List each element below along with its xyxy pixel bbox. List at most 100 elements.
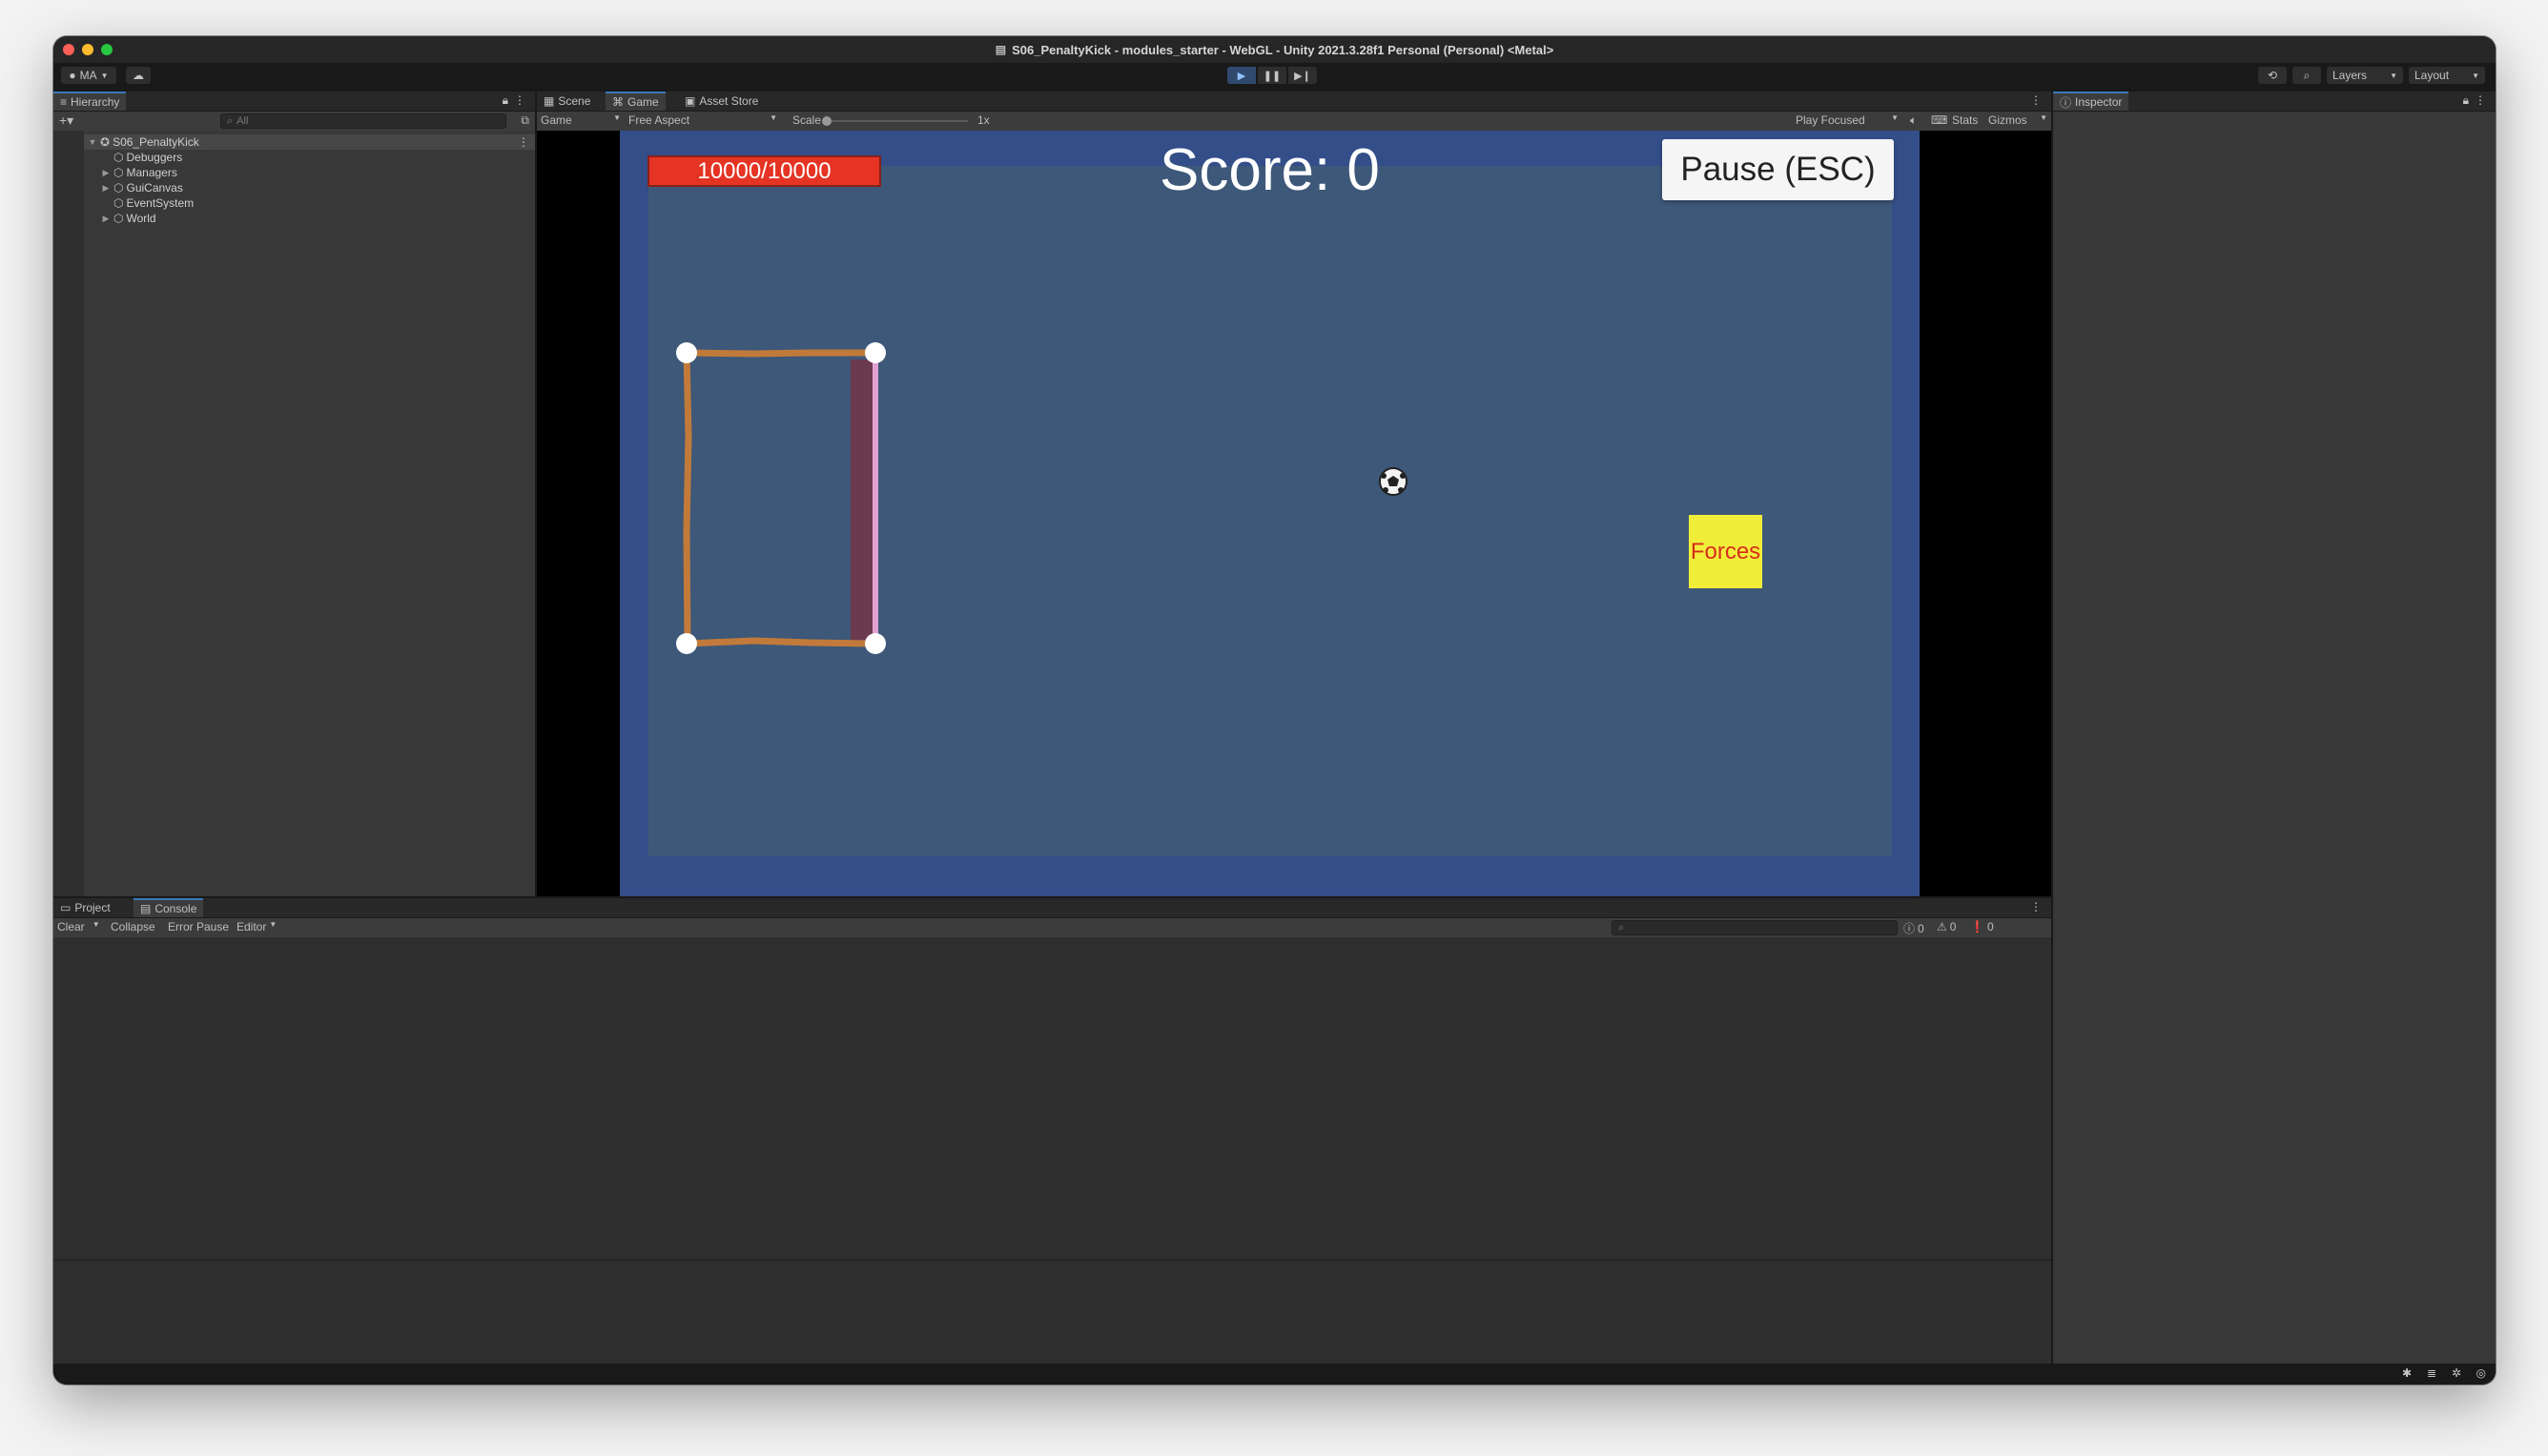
expand-triangle-icon[interactable]: ▶ — [101, 214, 111, 224]
progress-icon[interactable]: ◎ — [2476, 1366, 2486, 1380]
error-pause-toggle[interactable]: Error Pause — [168, 920, 229, 933]
warning-count-toggle[interactable]: ⚠ 0 — [1937, 920, 1956, 933]
stats-toggle[interactable]: Stats — [1952, 113, 1978, 127]
scale-slider[interactable] — [822, 116, 968, 126]
list-item[interactable]: ⬡ Debuggers — [101, 150, 182, 165]
step-button[interactable]: ▶❙ — [1288, 67, 1317, 84]
chevron-down-icon: ▼ — [1891, 113, 1899, 122]
layers-stack-icon[interactable]: ≣ — [2427, 1366, 2436, 1380]
goal-svg — [676, 342, 1408, 654]
console-search-input[interactable]: ⌕ — [1612, 920, 1898, 935]
more-options-icon[interactable]: ⋮ — [2030, 900, 2042, 913]
expand-triangle-icon[interactable]: ▶ — [101, 183, 111, 194]
lock-icon[interactable]: 🔒︎ — [503, 93, 508, 108]
goal-corner-handle[interactable] — [676, 633, 697, 654]
goal-corner-handle[interactable] — [865, 342, 886, 363]
store-icon: ▣ — [685, 94, 696, 108]
warning-icon: ⚠ — [1937, 920, 1947, 933]
search-button[interactable]: ⌕ — [2292, 67, 2321, 84]
cloud-button[interactable]: ☁ — [126, 67, 151, 84]
tab-scene[interactable]: ▦ Scene — [537, 92, 597, 111]
console-log-area[interactable] — [53, 937, 2051, 1260]
tab-asset-store[interactable]: ▣ Asset Store — [678, 92, 765, 111]
window-controls — [63, 44, 113, 55]
gameobject-icon: ⬡ — [113, 151, 124, 164]
forces-button-label: Forces — [1690, 538, 1761, 564]
scene-search-icon[interactable]: ⧉ — [521, 113, 529, 128]
tab-inspector[interactable]: ⓘ Inspector — [2053, 92, 2129, 111]
expand-triangle-icon[interactable]: ▶ — [101, 168, 111, 178]
debug-icon[interactable]: ✱ — [2402, 1366, 2412, 1380]
expand-triangle-icon[interactable]: ▼ — [88, 137, 97, 147]
maximize-window-button[interactable] — [101, 44, 113, 55]
list-item[interactable]: ⬡ EventSystem — [101, 195, 194, 211]
bug-icon[interactable]: ✲ — [2452, 1366, 2461, 1380]
goal-back-post — [683, 349, 692, 647]
list-item[interactable]: ▶ ⬡ GuiCanvas — [101, 180, 183, 195]
account-dropdown[interactable]: ● MA ▼ — [61, 67, 116, 84]
clear-dropdown[interactable]: Clear ▼ — [57, 920, 100, 933]
error-count: 0 — [1986, 920, 1994, 933]
goal-corner-handle[interactable] — [865, 633, 886, 654]
gizmos-dropdown[interactable]: Gizmos ▼ — [1988, 113, 2047, 127]
console-detail-area — [53, 1261, 2051, 1364]
more-options-icon[interactable]: ⋮ — [514, 93, 525, 107]
gameobject-icon: ⬡ — [113, 166, 124, 179]
warning-count: 0 — [1949, 920, 1957, 933]
keyboard-icon[interactable]: ⌨ — [1931, 113, 1947, 127]
hierarchy-toolbar: +▾ ⌕ All ⧉ — [53, 112, 535, 131]
list-icon: ≡ — [60, 95, 68, 109]
tab-game[interactable]: ⌘ Game — [606, 92, 666, 111]
scale-slider-handle[interactable] — [822, 116, 832, 126]
play-button[interactable]: ▶ — [1227, 67, 1256, 84]
minimize-window-button[interactable] — [82, 44, 93, 55]
tab-console[interactable]: ▤ Console — [134, 898, 204, 917]
list-item[interactable]: ▶ ⬡ Managers — [101, 165, 177, 180]
log-count-toggle[interactable]: ⓘ 0 — [1903, 920, 1924, 936]
forces-button[interactable]: Forces — [1689, 515, 1762, 588]
history-button[interactable]: ⟲ — [2258, 67, 2287, 84]
inspector-tab-label: Inspector — [2075, 95, 2123, 109]
more-options-icon[interactable]: ⋮ — [2475, 93, 2486, 107]
error-count-toggle[interactable]: ❗ 0 — [1970, 920, 1994, 933]
display-dropdown[interactable]: Game ▼ — [541, 113, 621, 127]
pause-editor-button[interactable]: ❚❚ — [1258, 67, 1286, 84]
editor-dropdown[interactable]: Editor ▼ — [236, 920, 277, 933]
tab-hierarchy[interactable]: ≡ Hierarchy — [53, 92, 127, 111]
game-panel-header: ▦ Scene ⌘ Game ▣ Asset Store ⋮ — [537, 92, 2051, 112]
hierarchy-scene-root[interactable]: ▼ ✪ S06_PenaltyKick ⋮ — [84, 134, 535, 150]
soccer-ball-icon[interactable] — [1379, 467, 1408, 496]
scene-root-label: S06_PenaltyKick — [113, 135, 199, 149]
scale-value: 1x — [977, 113, 990, 127]
goal-corner-handle[interactable] — [676, 342, 697, 363]
aspect-dropdown[interactable]: Free Aspect ▼ — [628, 113, 777, 127]
hierarchy-search-input[interactable]: ⌕ All — [220, 113, 506, 129]
search-icon: ⌕ — [227, 114, 234, 127]
tab-project[interactable]: ▭ Project — [53, 898, 117, 917]
hierarchy-item-label: GuiCanvas — [126, 181, 183, 195]
layers-dropdown[interactable]: Layers ▼ — [2327, 67, 2403, 84]
lock-icon[interactable]: 🔒︎ — [2463, 93, 2469, 108]
game-canvas[interactable]: 10000/10000 Score: 0 Pause (ESC) Forces — [620, 131, 1920, 896]
layout-label: Layout — [2414, 69, 2450, 82]
mute-audio-icon[interactable]: 🔈︎ — [1910, 113, 1917, 128]
list-item[interactable]: ▶ ⬡ World — [101, 211, 156, 226]
collapse-toggle[interactable]: Collapse — [111, 920, 155, 933]
close-window-button[interactable] — [63, 44, 74, 55]
console-panel-header: ▭ Project ▤ Console ⋮ — [53, 898, 2051, 918]
hierarchy-item-label: Debuggers — [126, 151, 183, 164]
pause-icon: ❚❚ — [1263, 70, 1282, 82]
chevron-down-icon: ▼ — [613, 113, 621, 122]
hierarchy-panel-header: ≡ Hierarchy 🔒︎ ⋮ — [53, 92, 535, 112]
play-mode-dropdown[interactable]: Play Focused ▼ — [1796, 113, 1899, 127]
history-icon: ⟲ — [2267, 69, 2278, 82]
search-placeholder: All — [236, 115, 249, 127]
more-options-icon[interactable]: ⋮ — [518, 135, 529, 149]
scale-label: Scale — [792, 113, 822, 127]
add-icon[interactable]: +▾ — [59, 113, 73, 129]
more-options-icon[interactable]: ⋮ — [2030, 93, 2042, 107]
gizmos-label: Gizmos — [1988, 113, 2027, 127]
gameobject-icon: ⬡ — [113, 181, 124, 195]
layout-dropdown[interactable]: Layout ▼ — [2409, 67, 2485, 84]
info-icon: ⓘ — [1903, 922, 1916, 935]
